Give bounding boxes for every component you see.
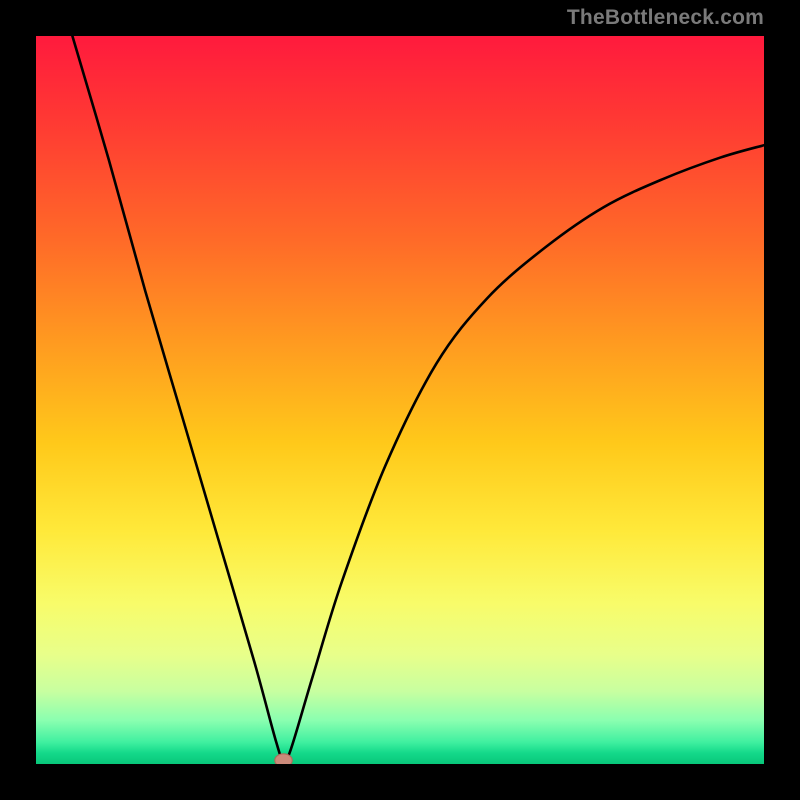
- chart-frame: TheBottleneck.com: [0, 0, 800, 800]
- chart-svg: [36, 36, 764, 764]
- plot-area: [36, 36, 764, 764]
- watermark-text: TheBottleneck.com: [567, 6, 764, 30]
- bottleneck-curve: [72, 36, 764, 761]
- minimum-marker: [275, 754, 292, 764]
